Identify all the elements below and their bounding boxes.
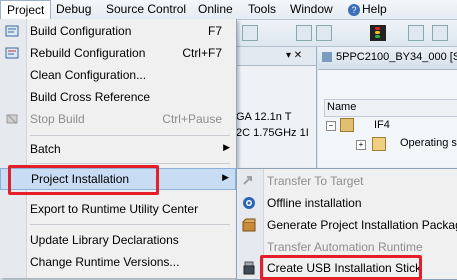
toolbar-settings-icon[interactable] (408, 25, 424, 41)
menu-bar: Project Debug Source Control Online Tool… (0, 0, 457, 20)
toolbar (236, 20, 457, 47)
tree-expand-icon[interactable]: − (326, 121, 336, 131)
menu-item-update-library-declarations[interactable]: Update Library Declarations (0, 229, 236, 251)
menu-debug-label: Debug (56, 2, 92, 16)
menu-project[interactable]: Project (0, 0, 52, 20)
menu-separator (30, 135, 230, 136)
export-runtime-utility-center-label: Export to Runtime Utility Center (30, 202, 199, 216)
change-runtime-versions-label: Change Runtime Versions... (30, 255, 180, 269)
menu-help[interactable]: ? Help (342, 0, 393, 19)
cpu-desc-line2: 2C 1.75GHz 1I (236, 127, 309, 139)
pin-icon[interactable]: ▾ ✕ (286, 50, 302, 61)
config-tab[interactable]: 5PPC2100_BY34_000 [Sc (318, 47, 457, 70)
build-configuration-label: Build Configuration (30, 24, 132, 38)
module-icon (340, 118, 354, 132)
menu-item-rebuild-configuration[interactable]: Rebuild Configuration Ctrl+F7 (0, 42, 236, 64)
update-library-declarations-label: Update Library Declarations (30, 233, 179, 247)
cpu-desc-line1: GA 12.1n T (236, 111, 292, 123)
menu-item-clean-configuration[interactable]: Clean Configuration... (0, 64, 236, 86)
rebuild-icon (5, 46, 19, 60)
toolbar-tool-icon[interactable] (316, 25, 332, 41)
build-cross-reference-label: Build Cross Reference (30, 90, 151, 104)
clean-configuration-label: Clean Configuration... (30, 68, 147, 82)
menu-item-generate-installation-package[interactable]: Generate Project Installation Package (237, 214, 457, 236)
name-column-label: Name (327, 101, 357, 113)
stop-build-label: Stop Build (30, 112, 85, 126)
menu-tools-label: Tools (248, 2, 277, 16)
tree-node-label[interactable]: IF4 (374, 119, 390, 131)
menu-project-label: Project (7, 3, 45, 17)
toolbar-search-icon[interactable] (296, 25, 312, 41)
os-icon (372, 137, 386, 151)
submenu-arrow-icon: ▶ (222, 172, 229, 182)
menu-online[interactable]: Online (192, 0, 239, 19)
transfer-icon (242, 174, 256, 188)
highlight-box-project-installation (8, 165, 159, 195)
column-header[interactable]: Name (324, 99, 457, 117)
menu-tools[interactable]: Tools (242, 0, 282, 19)
menu-item-build-cross-reference[interactable]: Build Cross Reference (0, 86, 236, 108)
stop-build-shortcut: Ctrl+Pause (162, 112, 222, 126)
toolbar-options-icon[interactable] (432, 25, 448, 41)
panel-header: ▾ ✕ (236, 47, 316, 66)
menu-item-change-runtime-versions[interactable]: Change Runtime Versions... (0, 251, 236, 273)
menu-item-export-runtime-utility-center[interactable]: Export to Runtime Utility Center (0, 198, 236, 220)
transfer-to-target-label: Transfer To Target (267, 174, 364, 188)
menu-item-stop-build[interactable]: Stop Build Ctrl+Pause (0, 108, 236, 130)
project-menu: Build Configuration F7 Rebuild Configura… (0, 19, 237, 278)
menu-online-label: Online (198, 2, 233, 16)
menu-source-control[interactable]: Source Control (100, 0, 192, 19)
offline-install-icon (242, 196, 256, 210)
menu-item-build-configuration[interactable]: Build Configuration F7 (0, 20, 236, 42)
highlight-box-create-usb-stick (260, 255, 422, 280)
menu-separator (30, 224, 230, 225)
tree-child-label[interactable]: Operating sy (400, 137, 457, 149)
menu-separator (30, 163, 230, 164)
menu-source-control-label: Source Control (106, 2, 187, 16)
build-configuration-shortcut: F7 (207, 24, 222, 38)
traffic-light-icon[interactable] (370, 25, 386, 41)
menu-help-label: Help (362, 2, 387, 16)
toolbar-button-icon[interactable] (242, 25, 258, 41)
generate-installation-package-label: Generate Project Installation Package (267, 218, 457, 232)
menu-window-label: Window (290, 2, 333, 16)
stop-build-icon (5, 112, 19, 126)
submenu-arrow-icon: ▶ (223, 142, 230, 152)
transfer-automation-runtime-label: Transfer Automation Runtime (267, 240, 423, 254)
config-tab-label: 5PPC2100_BY34_000 [Sc (336, 51, 457, 63)
tree-child-expand-icon[interactable]: + (356, 140, 366, 150)
usb-stick-icon (242, 261, 256, 275)
help-icon: ? (348, 3, 360, 16)
menu-window[interactable]: Window (284, 0, 339, 19)
package-icon (242, 218, 256, 232)
menu-item-transfer-to-target[interactable]: Transfer To Target (237, 170, 457, 192)
batch-label: Batch (30, 142, 61, 156)
menu-item-batch[interactable]: Batch ▶ (0, 138, 236, 160)
config-tab-icon (322, 52, 332, 62)
project-installation-submenu: Transfer To Target Offline installation … (236, 168, 457, 280)
offline-installation-label: Offline installation (267, 196, 362, 210)
menu-debug[interactable]: Debug (50, 0, 97, 19)
rebuild-configuration-label: Rebuild Configuration (30, 46, 146, 60)
rebuild-configuration-shortcut: Ctrl+F7 (182, 46, 222, 60)
build-icon (5, 24, 19, 38)
menu-item-offline-installation[interactable]: Offline installation (237, 192, 457, 214)
